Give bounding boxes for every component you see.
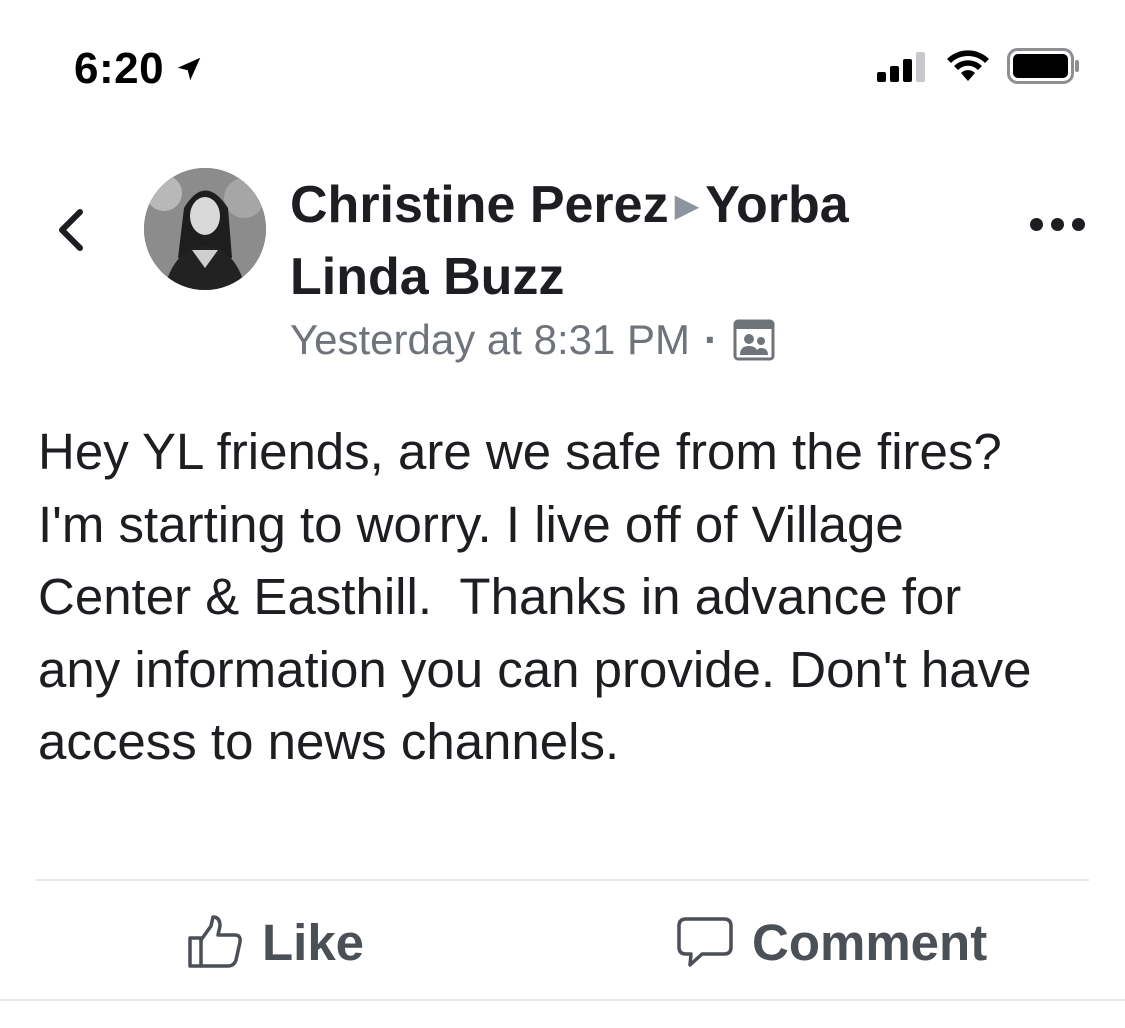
comment-bubble-icon [677, 917, 733, 967]
location-arrow-icon [177, 57, 201, 81]
meta-separator: · [704, 316, 719, 363]
status-time-text: 6:20 [74, 44, 165, 93]
status-indicators [877, 48, 1081, 84]
post-meta: Yesterday at 8:31 PM · [290, 316, 776, 364]
post-timestamp[interactable]: Yesterday at 8:31 PM [290, 316, 690, 364]
divider [36, 879, 1089, 881]
shared-to-arrow-icon: ▶ [674, 187, 700, 224]
post-author-line: Christine Perez ▶ Yorba Linda Buzz [290, 172, 970, 310]
back-chevron-icon[interactable] [48, 200, 92, 260]
post-header: Christine Perez ▶ Yorba Linda Buzz Yesterd… [0, 160, 1125, 390]
author-name[interactable]: Christine Perez [290, 176, 669, 234]
more-dot-icon [1072, 218, 1085, 231]
wifi-icon [947, 50, 989, 81]
avatar[interactable] [144, 168, 266, 290]
comment-button[interactable]: Comment [676, 910, 987, 974]
group-audience-icon [733, 319, 775, 361]
avatar-photo [144, 168, 266, 290]
divider [0, 999, 1125, 1001]
like-label: Like [262, 913, 365, 971]
like-button[interactable]: Like [186, 910, 364, 974]
status-time: 6:20 [74, 44, 204, 94]
cellular-signal-icon [877, 52, 925, 82]
status-bar: 6:20 [0, 0, 1125, 130]
more-options-button[interactable] [1030, 218, 1085, 231]
more-dot-icon [1051, 218, 1064, 231]
battery-icon [1007, 48, 1079, 84]
more-dot-icon [1030, 218, 1043, 231]
thumbs-up-icon [188, 915, 242, 968]
post-body: Hey YL friends, are we safe from the fir… [38, 423, 1046, 771]
comment-label: Comment [752, 913, 988, 971]
